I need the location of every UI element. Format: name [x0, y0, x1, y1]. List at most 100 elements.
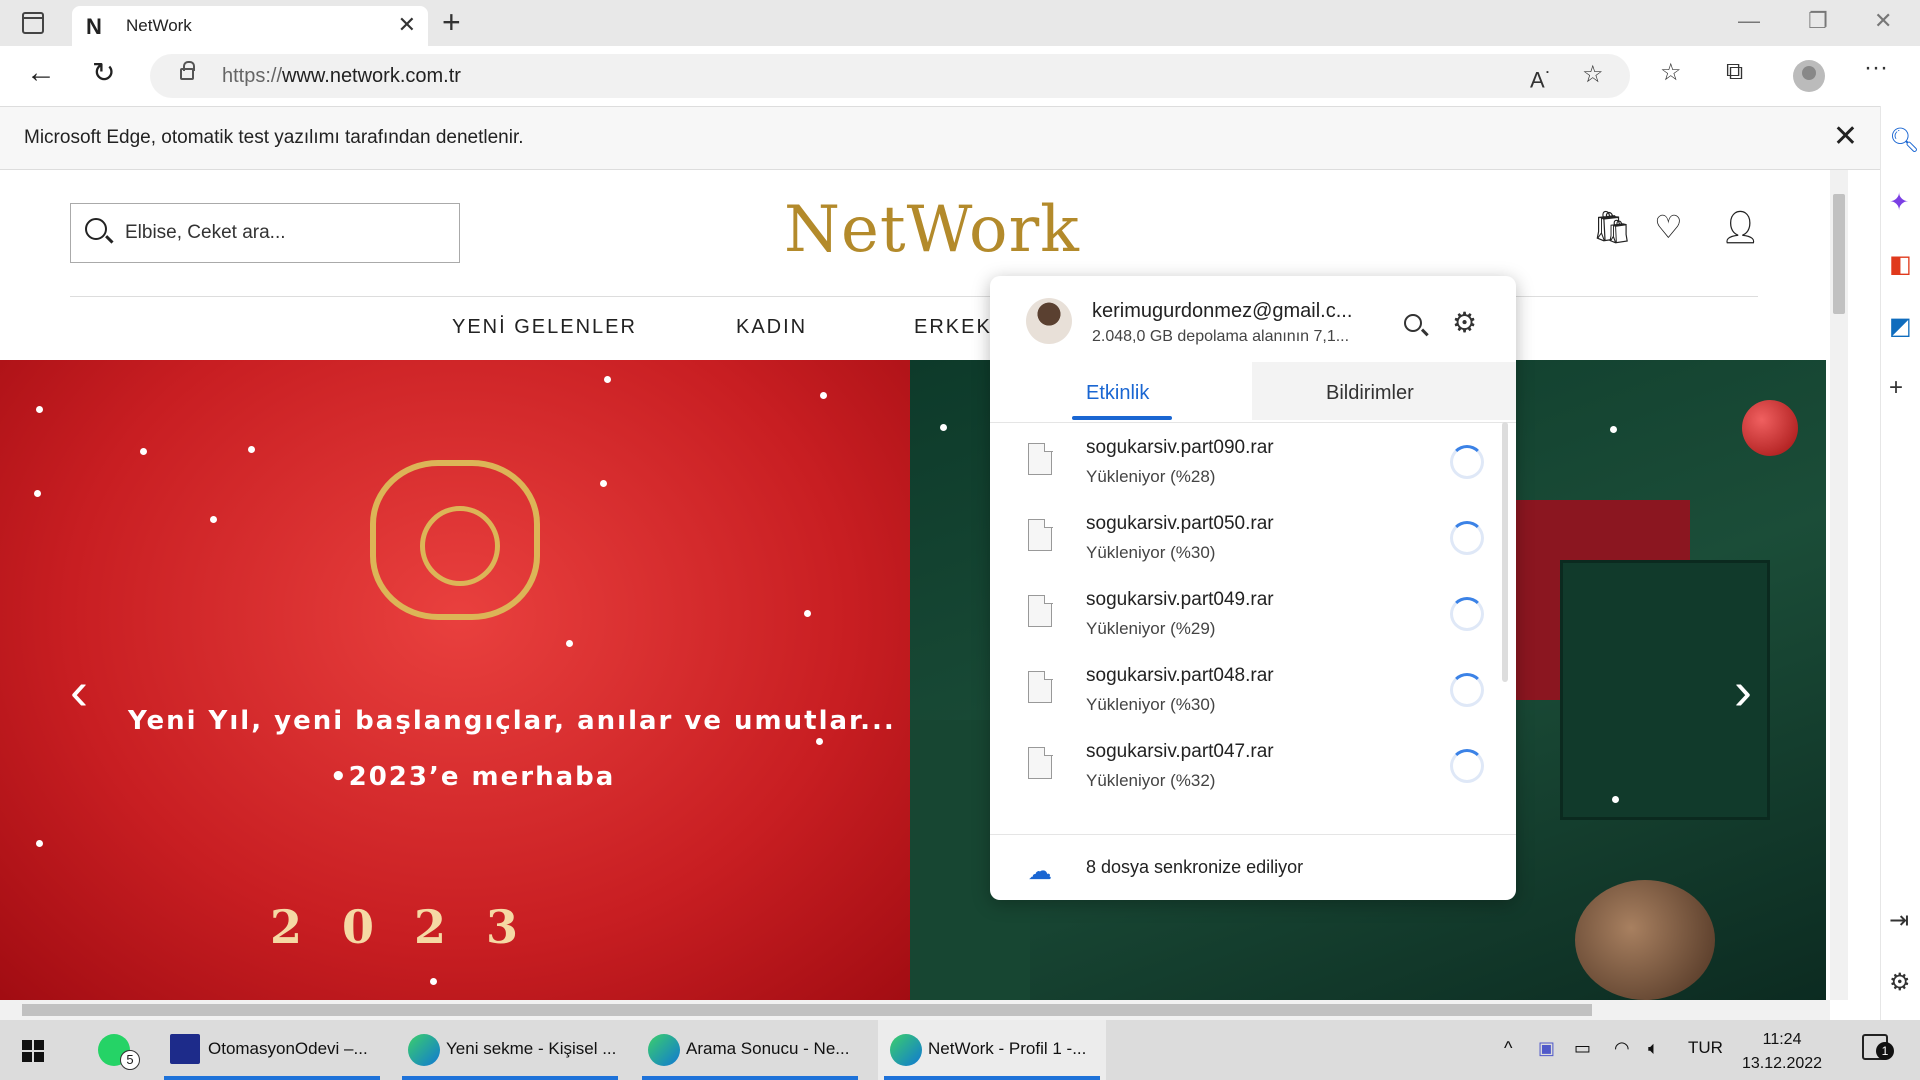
file-icon [1028, 670, 1053, 703]
language-indicator[interactable]: TUR [1688, 1038, 1723, 1058]
ornament [1742, 400, 1798, 456]
search-icon[interactable] [1404, 314, 1422, 332]
wifi-icon[interactable]: ◠ [1614, 1038, 1630, 1059]
banner-headline: Yeni Yıl, yeni başlangıçlar, anılar ve u… [128, 706, 896, 736]
hero-banner[interactable]: Yeni Yıl, yeni başlangıçlar, anılar ve u… [0, 360, 1826, 1000]
file-status: Yükleniyor (%28) [1086, 467, 1216, 486]
address-bar-row: ← ↻ https://www.network.com.tr Aᐧ ☆ ☆ ⧉ … [0, 46, 1920, 106]
horizontal-scroll-thumb[interactable] [22, 1004, 1592, 1016]
user-icon[interactable]: 👤︎ [1720, 208, 1761, 246]
profile-avatar[interactable] [1793, 60, 1825, 92]
tab-activity[interactable]: Etkinlik [990, 362, 1252, 420]
edge-sidebar: 🔍︎ ✦ ◧ ◩ + ⇥ ⚙ [1880, 106, 1920, 1020]
tab-notifications[interactable]: Bildirimler [1252, 362, 1516, 420]
taskbar-edge-newtab[interactable]: Yeni sekme - Kişisel ... [396, 1020, 624, 1080]
close-tab-icon[interactable]: ✕ [398, 12, 416, 38]
progress-spinner-icon [1450, 445, 1484, 479]
search-icon [85, 218, 107, 240]
new-tab-icon[interactable]: + [442, 4, 461, 41]
menu-item-men[interactable]: ERKEK [914, 316, 992, 339]
back-icon[interactable]: ← [26, 56, 56, 90]
collections-icon[interactable]: ⧉ [1726, 58, 1743, 86]
vertical-scrollbar[interactable] [1830, 170, 1848, 1000]
file-status: Yükleniyor (%29) [1086, 619, 1216, 638]
more-icon[interactable]: ··· [1864, 54, 1888, 82]
snowflake [940, 424, 947, 431]
battery-icon[interactable]: ▭ [1574, 1038, 1591, 1059]
list-item[interactable]: sogukarsiv.part050.rar Yükleniyor (%30) [990, 499, 1500, 575]
edge-icon [890, 1034, 922, 1066]
taskbar-label: Yeni sekme - Kişisel ... [446, 1039, 617, 1058]
bag-icon[interactable]: 🛍︎ [1592, 208, 1633, 246]
menu-item-new[interactable]: YENİ GELENLER [452, 316, 637, 339]
read-aloud-icon[interactable]: Aᐧ [1530, 62, 1549, 93]
taskbar-edge-search[interactable]: Arama Sonucu - Ne... [636, 1020, 864, 1080]
snowflake [804, 610, 811, 617]
site-search-input[interactable]: Elbise, Ceket ara... [70, 203, 460, 263]
snowflake [1612, 796, 1619, 803]
gear-icon[interactable]: ⚙ [1452, 306, 1477, 339]
list-item[interactable]: sogukarsiv.part090.rar Yükleniyor (%28) [990, 423, 1500, 499]
snowflake [566, 640, 573, 647]
chevron-up-icon[interactable]: ^ [1504, 1038, 1512, 1059]
tab-actions-icon[interactable] [22, 12, 44, 34]
site-logo[interactable]: NetWork [784, 198, 1080, 262]
account-avatar [1026, 298, 1072, 344]
edge-icon [648, 1034, 680, 1066]
horizontal-scrollbar[interactable] [0, 1000, 1830, 1020]
snowflake [430, 978, 437, 985]
add-favorite-icon[interactable]: ☆ [1582, 60, 1604, 89]
menu-item-women[interactable]: KADIN [736, 316, 807, 339]
taskbar-whatsapp[interactable]: 5 [86, 1020, 156, 1080]
outlook-icon[interactable]: ◩ [1889, 312, 1912, 341]
restore-icon[interactable]: ❐ [1808, 8, 1828, 34]
list-item[interactable]: sogukarsiv.part047.rar Yükleniyor (%32) [990, 727, 1500, 803]
taskbar-intellij[interactable]: OtomasyonOdevi –... [158, 1020, 386, 1080]
prev-slide-icon[interactable]: ‹ [70, 660, 88, 722]
sync-status-text: 8 dosya senkronize ediliyor [1086, 857, 1304, 877]
close-window-icon[interactable]: ✕ [1874, 8, 1892, 34]
start-button[interactable] [22, 1040, 44, 1062]
popup-scrollbar[interactable] [1502, 422, 1508, 682]
hide-sidebar-icon[interactable]: ⇥ [1889, 906, 1909, 935]
clock-date: 13.12.2022 [1742, 1055, 1823, 1072]
vertical-scroll-thumb[interactable] [1833, 194, 1845, 314]
banner-year: 2023 [270, 900, 559, 954]
automation-infobar: Microsoft Edge, otomatik test yazılımı t… [0, 106, 1880, 170]
edge-icon [408, 1034, 440, 1066]
list-item[interactable]: sogukarsiv.part048.rar Yükleniyor (%30) [990, 651, 1500, 727]
clock[interactable]: 11:24 13.12.2022 [1742, 1028, 1822, 1076]
file-name: sogukarsiv.part047.rar [1086, 741, 1274, 762]
taskbar-label: NetWork - Profil 1 -... [928, 1039, 1087, 1058]
next-slide-icon[interactable]: › [1734, 660, 1752, 722]
favorites-icon[interactable]: ☆ [1660, 58, 1682, 87]
drive-activity-popup: kerimugurdonmez@gmail.c... 2.048,0 GB de… [990, 276, 1516, 900]
tab-bar: N NetWork ✕ + — ❐ ✕ [0, 0, 1920, 46]
notification-center-icon[interactable]: 1 [1862, 1034, 1894, 1060]
file-name: sogukarsiv.part090.rar [1086, 437, 1274, 458]
sync-status-footer[interactable]: ☁ 8 dosya senkronize ediliyor [990, 834, 1516, 900]
snowflake [600, 480, 607, 487]
snowflake [34, 490, 41, 497]
heart-icon[interactable]: ♡ [1654, 208, 1683, 246]
add-sidebar-icon[interactable]: + [1889, 374, 1903, 402]
list-item[interactable]: sogukarsiv.part049.rar Yükleniyor (%29) [990, 575, 1500, 651]
tab-network[interactable]: N NetWork ✕ [72, 6, 428, 46]
search-icon[interactable]: 🔍︎ [1889, 126, 1919, 155]
lock-icon[interactable] [180, 61, 195, 80]
url-field[interactable]: https://www.network.com.tr Aᐧ ☆ [150, 54, 1630, 98]
tab-activity-label: Etkinlik [1086, 382, 1150, 404]
minimize-icon[interactable]: — [1738, 8, 1760, 34]
cloud-upload-icon: ☁ [1028, 858, 1052, 885]
settings-icon[interactable]: ⚙ [1889, 968, 1911, 997]
copilot-icon[interactable]: ✦ [1889, 188, 1909, 217]
close-infobar-icon[interactable]: ✕ [1833, 119, 1858, 154]
volume-icon[interactable]: 🔈︎ [1648, 1038, 1659, 1059]
snowflake [140, 448, 147, 455]
refresh-icon[interactable]: ↻ [92, 56, 115, 89]
office-icon[interactable]: ◧ [1889, 250, 1912, 279]
snowflake [248, 446, 255, 453]
progress-spinner-icon [1450, 521, 1484, 555]
teams-icon[interactable]: ▣ [1538, 1038, 1555, 1059]
taskbar-edge-network[interactable]: NetWork - Profil 1 -... [878, 1020, 1106, 1080]
